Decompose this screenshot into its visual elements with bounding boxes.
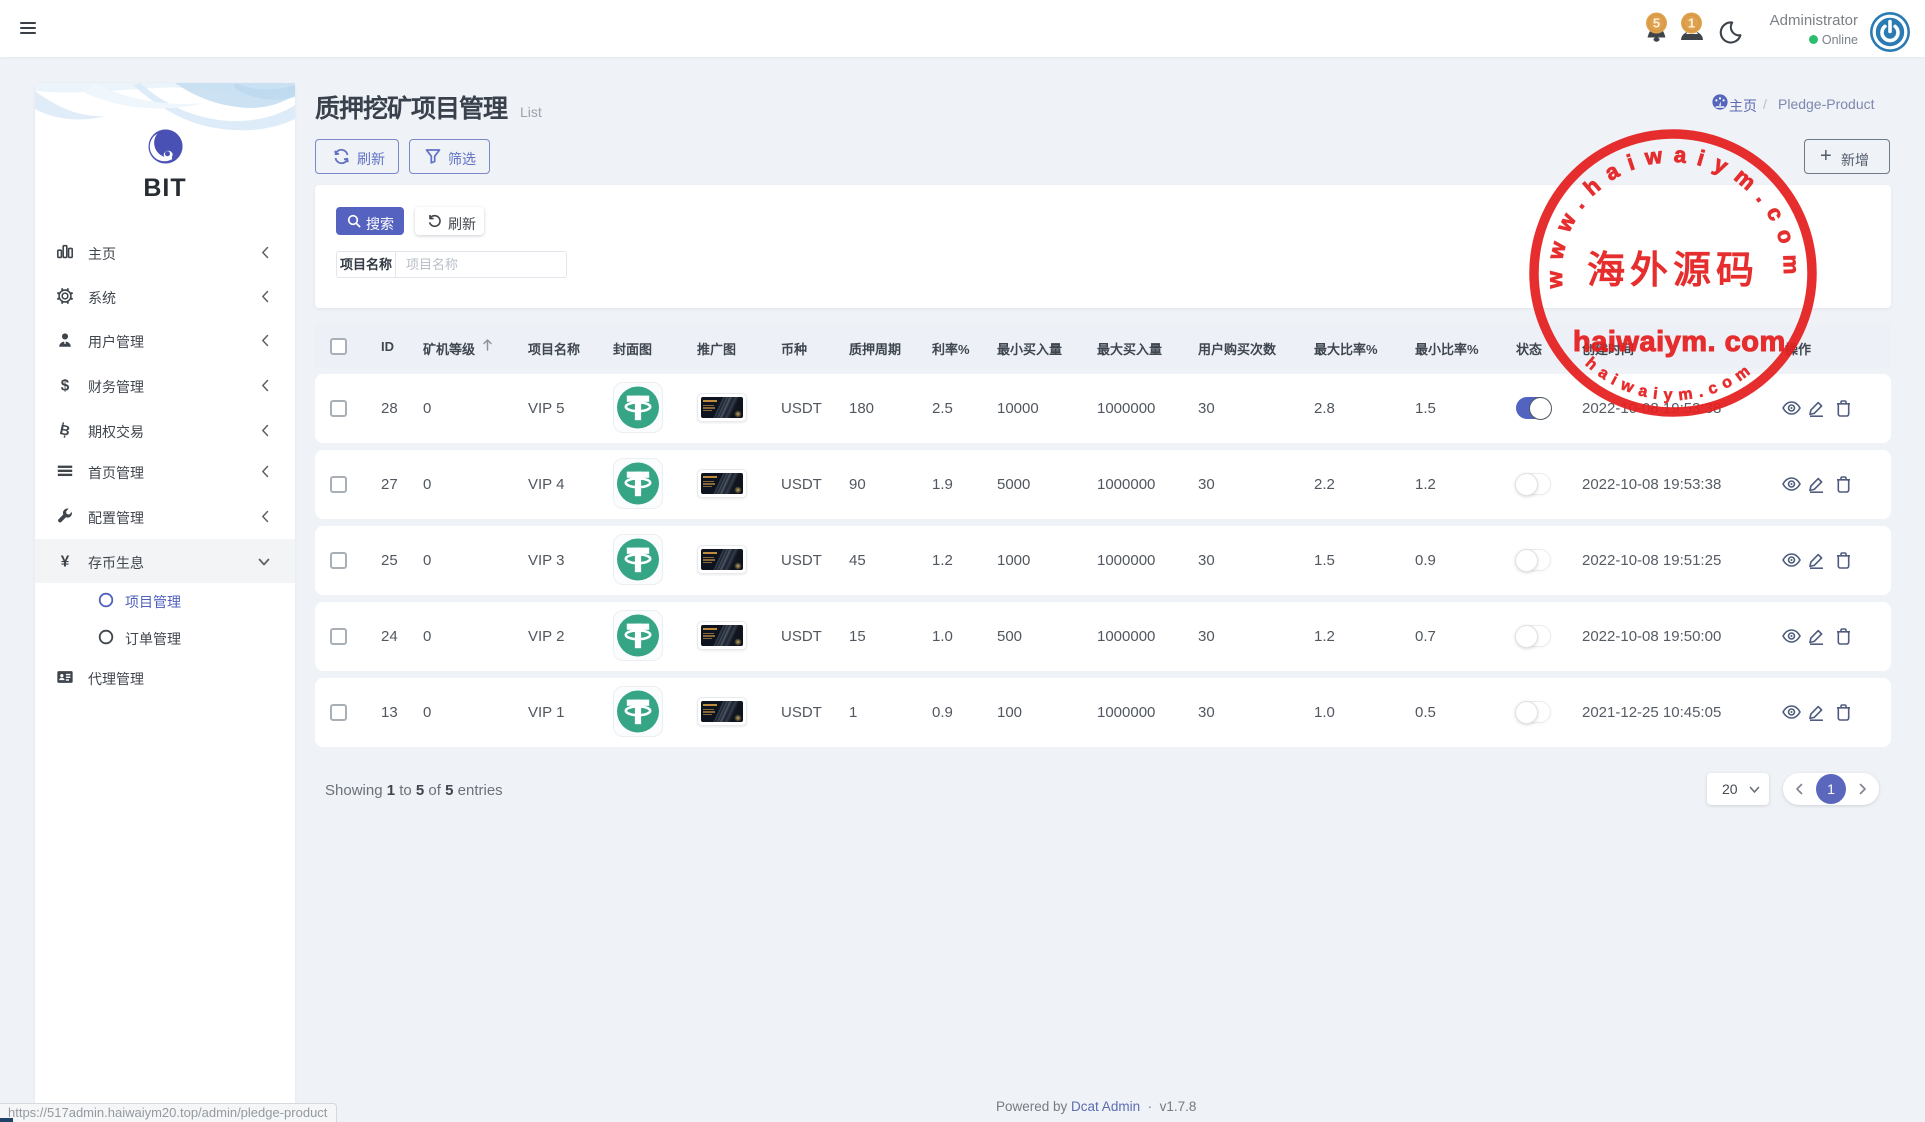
svg-text:$: $ <box>61 377 70 394</box>
svg-text:海外源码: 海外源码 <box>1587 250 1759 292</box>
svg-text:¥: ¥ <box>61 553 70 570</box>
